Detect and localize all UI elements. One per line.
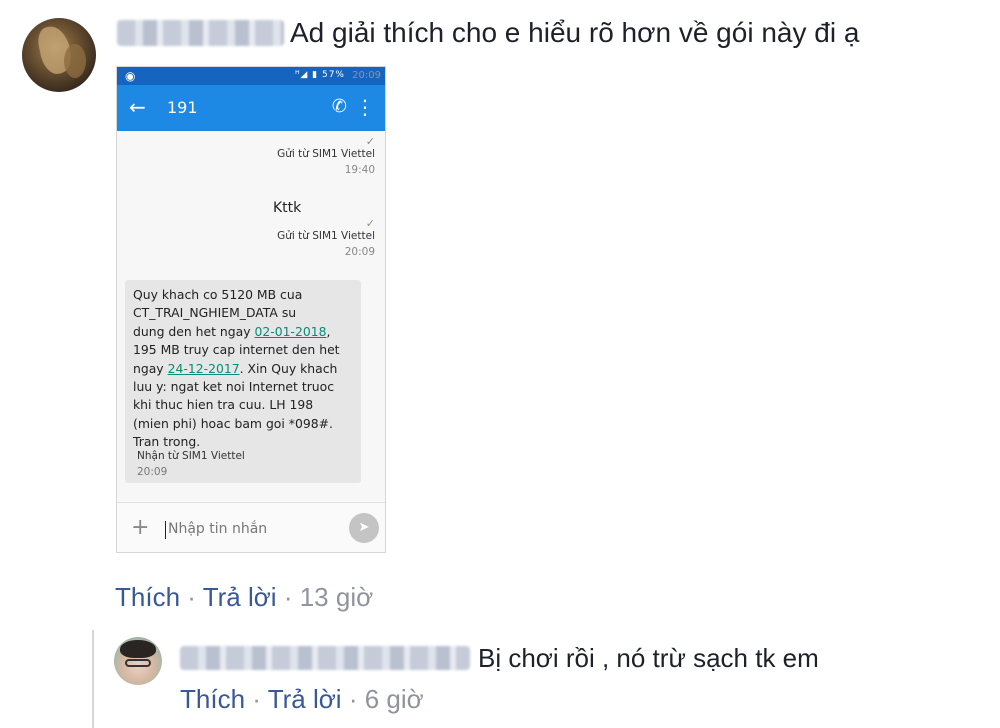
sent-message-1: ✓ Gửi từ SIM1 Viettel 19:40 <box>277 135 375 176</box>
text-cursor <box>165 521 166 539</box>
received-time: 20:09 <box>137 466 168 478</box>
reply-text: Bị chơi rồi , nó trừ sạch tk em <box>478 643 819 673</box>
like-button[interactable]: Thích <box>115 582 180 612</box>
more-vert-icon: ⋮ <box>355 95 375 119</box>
send-icon: ➤ <box>349 513 379 543</box>
received-message-text: Quy khach co 5120 MB cua CT_TRAI_NGHIEM_… <box>133 287 340 450</box>
phone-status-bar: ◉ ᴴ◢ ▮ 57% 20:09 <box>117 67 385 85</box>
comment-timestamp[interactable]: 13 giờ <box>300 582 373 612</box>
sent-time: 19:40 <box>344 164 375 176</box>
reply-button[interactable]: Trả lời <box>203 582 277 612</box>
sent-time: 20:09 <box>344 246 375 258</box>
commenter-avatar[interactable] <box>22 18 96 92</box>
date-link[interactable]: 24-12-2017 <box>168 361 240 376</box>
date-link[interactable]: 02-01-2018 <box>255 324 327 339</box>
comment-actions: Thích · Trả lời · 13 giờ <box>115 580 373 614</box>
phone-call-icon: ✆ <box>331 96 347 117</box>
avatar-art <box>64 44 86 78</box>
commenter-name-blurred[interactable] <box>117 20 284 46</box>
signal-battery-icons: ᴴ◢ ▮ 57% <box>295 70 345 80</box>
sent-via-label: Gửi từ SIM1 Viettel <box>277 230 375 242</box>
eye-icon: ◉ <box>125 69 136 83</box>
delivered-check-icon: ✓ <box>365 135 375 148</box>
comment-text: Ad giải thích cho e hiểu rõ hơn về gói n… <box>290 17 860 48</box>
like-button[interactable]: Thích <box>180 684 245 714</box>
avatar-art <box>120 640 156 658</box>
conversation-number: 191 <box>167 98 198 117</box>
reply-button[interactable]: Trả lời <box>268 684 342 714</box>
message-input: Nhập tin nhắn <box>168 521 268 537</box>
message-composer: + Nhập tin nhắn ➤ <box>117 502 385 552</box>
sent-message-2: ✓ Gửi từ SIM1 Viettel 20:09 <box>277 217 375 258</box>
back-arrow-icon: ← <box>129 95 146 119</box>
reply-thread-line <box>92 630 94 728</box>
sent-message-text: Kttk <box>273 200 302 216</box>
status-time: 20:09 <box>352 70 381 81</box>
delivered-check-icon: ✓ <box>365 217 375 230</box>
separator: · <box>187 582 196 612</box>
separator: · <box>348 684 358 714</box>
add-attachment-icon: + <box>131 515 150 540</box>
received-via-label: Nhận từ SIM1 Viettel <box>137 450 245 462</box>
replier-avatar[interactable] <box>114 637 162 685</box>
attached-sms-screenshot[interactable]: ◉ ᴴ◢ ▮ 57% 20:09 ← 191 ✆ ⋮ ✓ Gửi từ SIM1… <box>116 66 386 553</box>
reply-actions: Thích · Trả lời · 6 giờ <box>180 682 424 716</box>
reply-timestamp[interactable]: 6 giờ <box>365 684 424 714</box>
sms-app-bar: ← 191 ✆ ⋮ <box>117 85 385 131</box>
separator: · <box>283 582 293 612</box>
avatar-art <box>125 659 151 667</box>
replier-name-blurred[interactable] <box>180 646 470 670</box>
separator: · <box>252 684 261 714</box>
sent-via-label: Gửi từ SIM1 Viettel <box>277 148 375 160</box>
